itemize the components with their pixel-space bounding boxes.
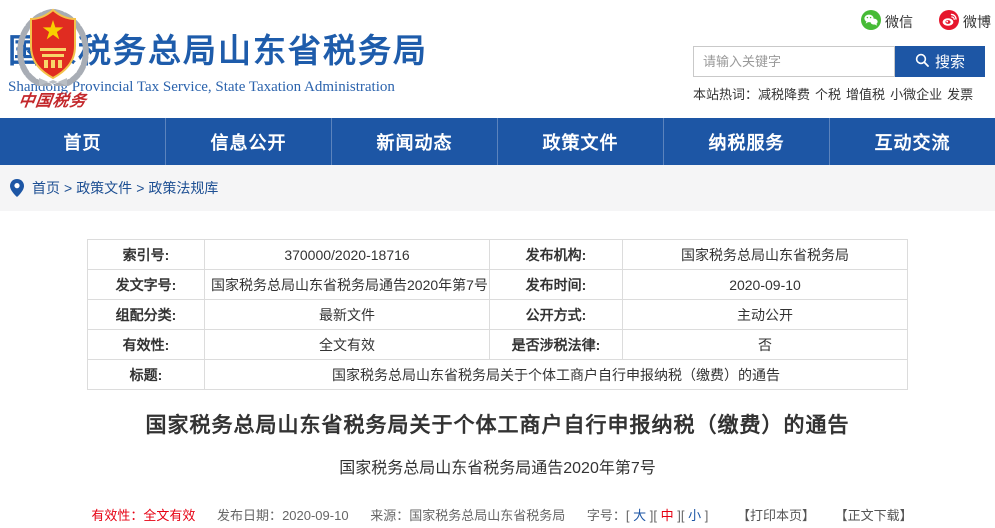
tax-law-value: 否 xyxy=(623,330,908,360)
wechat-label: 微信 xyxy=(885,12,913,32)
meta-date-label: 发布日期： xyxy=(217,508,282,523)
site-logo[interactable]: 中国税务 xyxy=(10,6,96,111)
breadcrumb-policy-documents[interactable]: 政策文件 xyxy=(76,178,132,198)
disclosure-mode-value: 主动公开 xyxy=(623,300,908,330)
main-nav: 首页 信息公开 新闻动态 政策文件 纳税服务 互动交流 xyxy=(0,118,995,165)
search-button-label: 搜索 xyxy=(935,51,965,72)
table-row: 索引号: 370000/2020-18716 发布机构: 国家税务总局山东省税务… xyxy=(88,240,908,270)
site-header: 中国税务 国家税务总局山东省税务局 Shandong Provincial Ta… xyxy=(0,0,995,118)
hot-word-link[interactable]: 个税 xyxy=(815,87,841,102)
issuing-agency-value: 国家税务总局山东省税务局 xyxy=(623,240,908,270)
hot-words-bar: 本站热词：减税降费个税增值税小微企业发票 xyxy=(693,84,993,103)
breadcrumb-separator: > xyxy=(136,180,144,196)
print-page-button[interactable]: 【打印本页】 xyxy=(737,508,815,523)
font-size-large-button[interactable]: [ 大 ] xyxy=(626,508,653,523)
tax-law-label: 是否涉税法律: xyxy=(490,330,623,360)
document-number-value: 国家税务总局山东省税务局通告2020年第7号 xyxy=(205,270,490,300)
table-row: 发文字号: 国家税务总局山东省税务局通告2020年第7号 发布时间: 2020-… xyxy=(88,270,908,300)
weibo-label: 微博 xyxy=(963,12,991,32)
breadcrumb-home[interactable]: 首页 xyxy=(32,178,60,198)
search-input[interactable] xyxy=(693,46,895,77)
download-text-button[interactable]: 【正文下载】 xyxy=(835,508,913,523)
weibo-icon xyxy=(939,10,959,33)
weibo-link[interactable]: 微博 xyxy=(939,10,991,33)
nav-item-policy-documents[interactable]: 政策文件 xyxy=(497,118,663,165)
font-size-label: 字号： xyxy=(587,508,626,523)
document-content: 索引号: 370000/2020-18716 发布机构: 国家税务总局山东省税务… xyxy=(0,211,995,524)
font-size-small-button[interactable]: [ 小 ] xyxy=(681,508,708,523)
hot-word-link[interactable]: 小微企业 xyxy=(890,87,942,102)
hot-word-link[interactable]: 发票 xyxy=(947,87,973,102)
title-label: 标题: xyxy=(88,360,205,390)
table-row: 有效性: 全文有效 是否涉税法律: 否 xyxy=(88,330,908,360)
index-number-label: 索引号: xyxy=(88,240,205,270)
hot-words-label: 本站热词： xyxy=(693,87,758,102)
nav-item-news[interactable]: 新闻动态 xyxy=(331,118,497,165)
meta-validity-label: 有效性： xyxy=(91,508,143,523)
nav-item-interaction[interactable]: 互动交流 xyxy=(829,118,995,165)
category-value: 最新文件 xyxy=(205,300,490,330)
wechat-icon xyxy=(861,10,881,33)
article-subtitle: 国家税务总局山东省税务局通告2020年第7号 xyxy=(0,454,995,478)
article-title: 国家税务总局山东省税务局关于个体工商户自行申报纳税（缴费）的通告 xyxy=(0,409,995,439)
meta-source-value: 国家税务总局山东省税务局 xyxy=(409,508,565,523)
issuing-agency-label: 发布机构: xyxy=(490,240,623,270)
nav-item-tax-services[interactable]: 纳税服务 xyxy=(663,118,829,165)
hot-word-link[interactable]: 减税降费 xyxy=(758,87,810,102)
breadcrumb-separator: > xyxy=(64,180,72,196)
wechat-link[interactable]: 微信 xyxy=(861,10,913,33)
breadcrumb: 首页 > 政策文件 > 政策法规库 xyxy=(0,165,995,211)
article-meta-bar: 有效性：全文有效 发布日期：2020-09-10 来源：国家税务总局山东省税务局… xyxy=(0,505,995,524)
meta-validity-value: 全文有效 xyxy=(143,508,195,523)
search-button[interactable]: 搜索 xyxy=(895,46,985,77)
logo-script-text: 中国税务 xyxy=(17,87,88,111)
document-meta-table: 索引号: 370000/2020-18716 发布机构: 国家税务总局山东省税务… xyxy=(87,239,908,390)
index-number-value: 370000/2020-18716 xyxy=(205,240,490,270)
nav-item-home[interactable]: 首页 xyxy=(0,118,165,165)
location-pin-icon xyxy=(10,179,24,197)
breadcrumb-policy-library[interactable]: 政策法规库 xyxy=(148,178,218,198)
category-label: 组配分类: xyxy=(88,300,205,330)
validity-label: 有效性: xyxy=(88,330,205,360)
meta-date-value: 2020-09-10 xyxy=(282,508,349,523)
publish-time-label: 发布时间: xyxy=(490,270,623,300)
table-row: 组配分类: 最新文件 公开方式: 主动公开 xyxy=(88,300,908,330)
search-icon xyxy=(915,53,929,71)
document-number-label: 发文字号: xyxy=(88,270,205,300)
validity-value: 全文有效 xyxy=(205,330,490,360)
disclosure-mode-label: 公开方式: xyxy=(490,300,623,330)
hot-word-link[interactable]: 增值税 xyxy=(846,87,885,102)
nav-item-info-disclosure[interactable]: 信息公开 xyxy=(165,118,331,165)
meta-source-label: 来源： xyxy=(370,508,409,523)
tax-emblem-icon xyxy=(11,6,95,91)
table-row: 标题: 国家税务总局山东省税务局关于个体工商户自行申报纳税（缴费）的通告 xyxy=(88,360,908,390)
font-size-medium-button[interactable]: [ 中 ] xyxy=(653,508,680,523)
title-value: 国家税务总局山东省税务局关于个体工商户自行申报纳税（缴费）的通告 xyxy=(205,360,908,390)
publish-time-value: 2020-09-10 xyxy=(623,270,908,300)
